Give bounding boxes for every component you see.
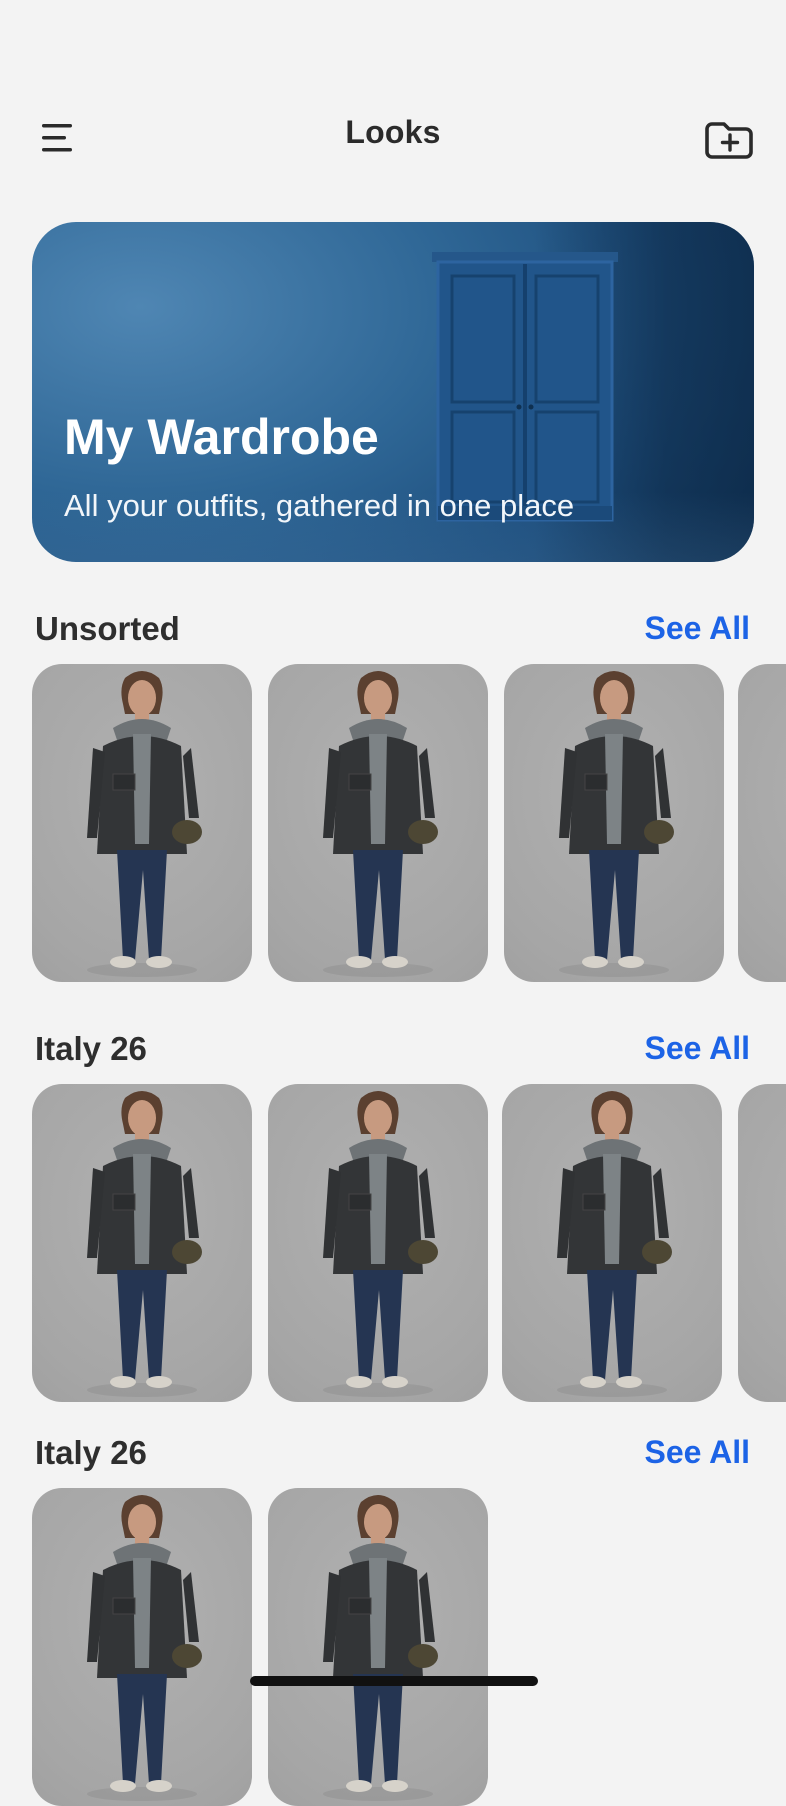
look-card[interactable] <box>738 1084 786 1402</box>
look-card[interactable] <box>32 664 252 982</box>
see-all-italy-26-second-button[interactable]: See All <box>644 1434 750 1471</box>
folder-plus-icon <box>705 122 753 159</box>
wardrobe-illustration <box>432 252 618 522</box>
outfit-photo <box>773 664 786 982</box>
section-title-italy-26-second: Italy 26 <box>35 1434 147 1471</box>
look-card[interactable] <box>738 664 786 982</box>
hero-title: My Wardrobe <box>64 409 379 465</box>
look-card[interactable] <box>32 1084 252 1402</box>
look-card[interactable] <box>268 1488 488 1806</box>
home-indicator <box>250 1676 538 1686</box>
outfit-photo <box>557 1091 672 1397</box>
outfit-photo <box>87 671 202 977</box>
see-all-italy-26-button[interactable]: See All <box>644 1030 750 1067</box>
my-wardrobe-banner[interactable]: My Wardrobe All your outfits, gathered i… <box>32 222 754 562</box>
outfit-photo <box>87 1091 202 1397</box>
look-card[interactable] <box>268 1084 488 1402</box>
look-card[interactable] <box>502 1084 722 1402</box>
outfit-photo <box>323 1091 438 1397</box>
see-all-unsorted-button[interactable]: See All <box>644 610 750 647</box>
look-card[interactable] <box>32 1488 252 1806</box>
outfit-photo <box>323 1495 438 1801</box>
section-title-italy-26: Italy 26 <box>35 1030 147 1067</box>
look-card[interactable] <box>504 664 724 982</box>
page-title: Looks <box>345 114 441 150</box>
look-row <box>32 664 786 982</box>
look-card[interactable] <box>268 664 488 982</box>
outfit-photo <box>323 671 438 977</box>
add-folder-button[interactable] <box>700 114 760 164</box>
look-row <box>32 1488 786 1806</box>
outfit-photo <box>559 671 674 977</box>
outfit-photo <box>773 1084 786 1402</box>
look-row <box>32 1084 786 1402</box>
section-title-unsorted: Unsorted <box>35 610 180 647</box>
hero-subtitle: All your outfits, gathered in one place <box>64 488 575 523</box>
outfit-photo <box>87 1495 202 1801</box>
